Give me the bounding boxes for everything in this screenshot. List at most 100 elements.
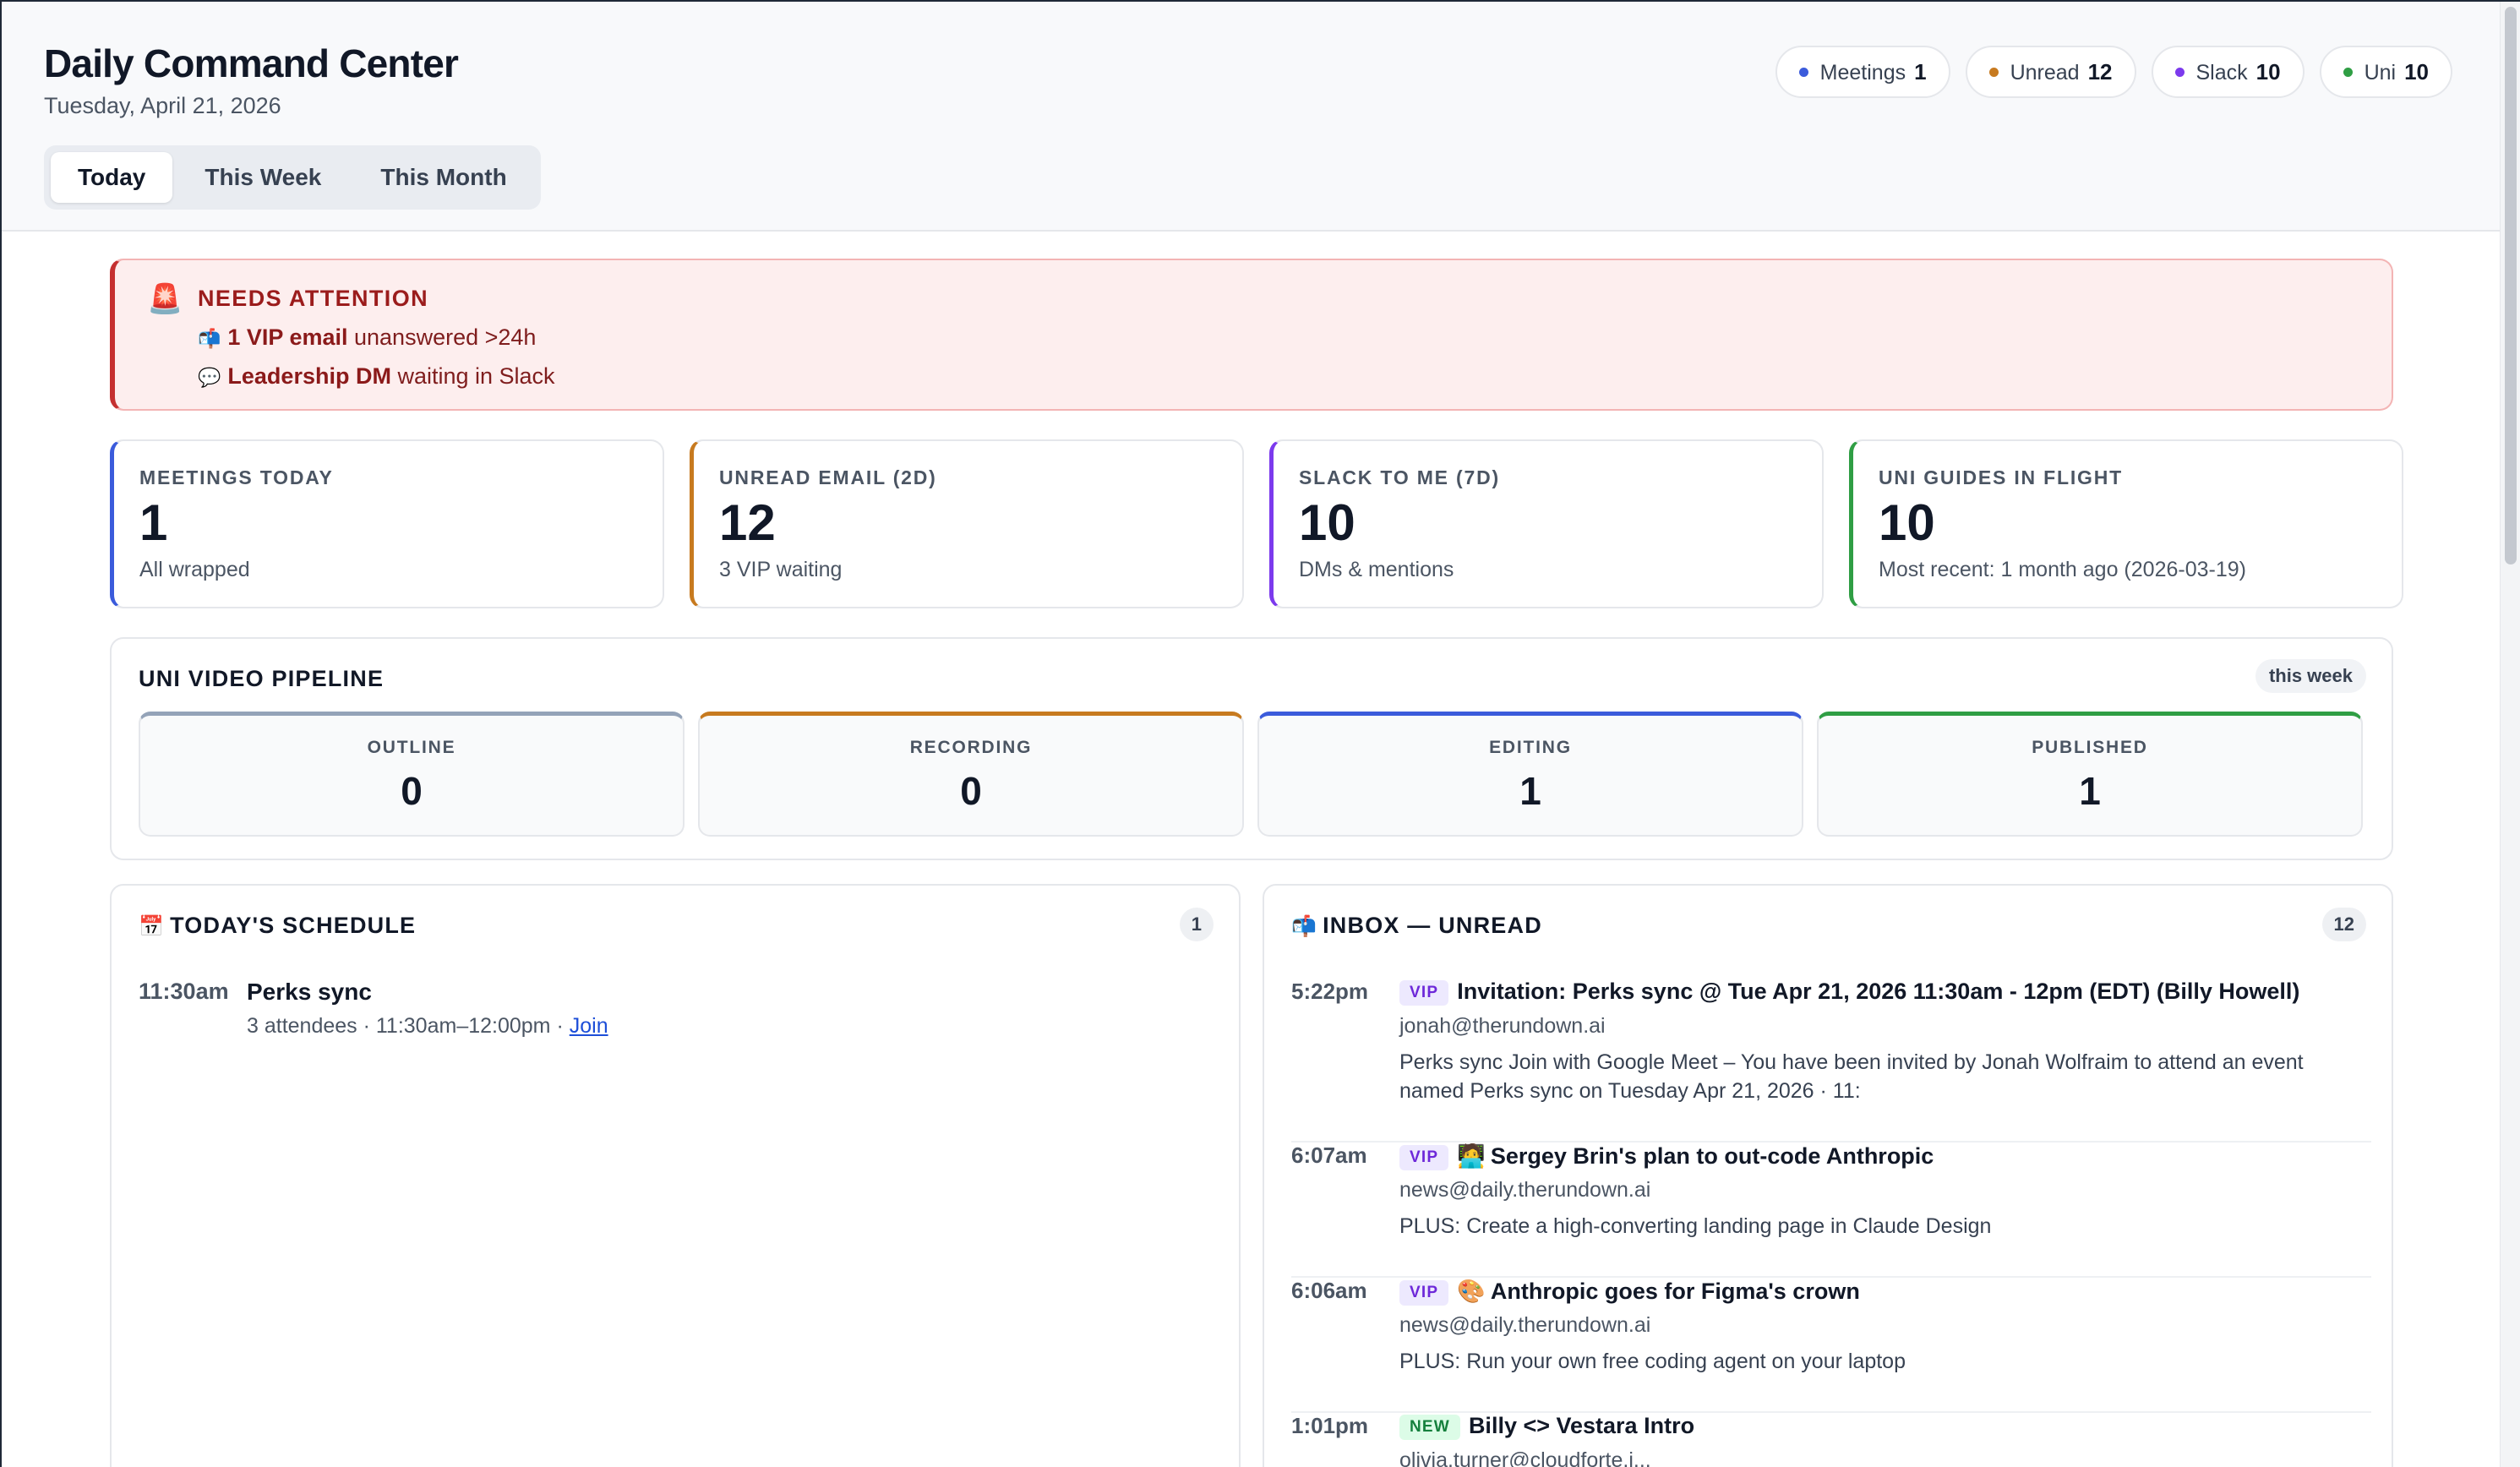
alert-line-vip-email[interactable]: 📬 1 VIP email unanswered >24h <box>198 324 536 351</box>
tab-this-week[interactable]: This Week <box>177 152 348 203</box>
inbox-title-text: INBOX — UNREAD <box>1323 913 1542 938</box>
inbox-panel: 📬 INBOX — UNREAD 12 5:22pm VIP Invitation: … <box>1263 884 2393 1467</box>
email-time: 6:07am <box>1291 1143 1367 1168</box>
email-time: 6:06am <box>1291 1278 1367 1303</box>
email-subject-line[interactable]: VIP 🧑‍💻 Sergey Brin's plan to out-code Ant… <box>1399 1143 1934 1170</box>
page-header: Daily Command Center Tuesday, April 21, … <box>2 2 2505 232</box>
pipeline-stage-recording[interactable]: RECORDING 0 <box>698 712 1244 837</box>
alert-line-leadership-dm[interactable]: 💬 Leadership DM waiting in Slack <box>198 363 555 390</box>
inbox-email-row[interactable]: 6:07am VIP 🧑‍💻 Sergey Brin's plan to out-co… <box>1291 1143 2371 1278</box>
email-subject: Billy <> Vestara Intro <box>1468 1413 1695 1438</box>
metric-value: 10 <box>1879 494 1935 551</box>
pipeline-stage-outline[interactable]: OUTLINE 0 <box>139 712 685 837</box>
summary-pill-uni[interactable]: Uni 10 <box>2319 46 2452 98</box>
page-title: Daily Command Center <box>44 41 459 85</box>
pill-count: 10 <box>2404 58 2429 85</box>
stage-count: 0 <box>960 769 982 813</box>
alert-line-bold: 1 VIP email <box>227 324 348 350</box>
pill-label: Slack 10 <box>2196 59 2281 85</box>
calendar-icon: 📅 <box>139 915 166 938</box>
pipeline-title: UNI VIDEO PIPELINE <box>139 666 385 691</box>
metric-card-3[interactable]: SLACK TO ME (7D) 10 DMs & mentions <box>1269 439 1824 608</box>
schedule-count-badge: 1 <box>1179 908 1214 941</box>
summary-pill-meetings[interactable]: Meetings 1 <box>1775 46 1950 98</box>
page-scrollbar[interactable] <box>2500 2 2520 1467</box>
schedule-item-details: 3 attendees · 11:30am–12:00pm · <box>247 1014 570 1038</box>
speech-bubble-icon: 💬 <box>198 367 221 388</box>
inbox-email-row[interactable]: 1:01pm NEW Billy <> Vestara Intro olivia.tu… <box>1291 1413 2371 1467</box>
email-sender: jonah@therundown.ai <box>1399 1014 1606 1038</box>
stage-label: RECORDING <box>909 738 1033 757</box>
pill-count: 10 <box>2255 58 2281 85</box>
pill-label: Uni 10 <box>2365 59 2429 85</box>
stage-count: 1 <box>2079 769 2101 813</box>
pipeline-stage-published[interactable]: PUBLISHED 1 <box>1817 712 2363 837</box>
stage-count: 0 <box>401 769 423 813</box>
alert-line-text: waiting in Slack <box>390 363 555 389</box>
schedule-panel: 📅 TODAY'S SCHEDULE 1 11:30am Perks sync 3… <box>110 884 1241 1467</box>
uni-video-pipeline: UNI VIDEO PIPELINE this week OUTLINE 0 REC… <box>110 637 2393 860</box>
schedule-item-title[interactable]: Perks sync <box>247 979 372 1006</box>
alert-line-bold: Leadership DM <box>227 363 391 389</box>
email-sender: news@daily.therundown.ai <box>1399 1313 1651 1337</box>
pipeline-stage-editing[interactable]: EDITING 1 <box>1257 712 1803 837</box>
status-dot-icon <box>1988 67 1999 77</box>
email-vip-badge: VIP <box>1399 980 1449 1006</box>
summary-pills: Meetings 1 Unread 12 Slack 10 Uni 10 <box>1775 46 2452 98</box>
scrollbar-thumb[interactable] <box>2505 7 2517 564</box>
email-subject: Invitation: Perks sync @ Tue Apr 21, 202… <box>1457 979 2300 1004</box>
metric-card-4[interactable]: UNI GUIDES IN FLIGHT 10 Most recent: 1 mon… <box>1849 439 2403 608</box>
stage-label: OUTLINE <box>367 738 456 757</box>
schedule-item-meta: 3 attendees · 11:30am–12:00pm · Join <box>247 1014 608 1039</box>
tab-this-month[interactable]: This Month <box>353 152 533 203</box>
mailbox-icon: 📬 <box>1291 915 1318 938</box>
email-emoji-icon: 🧑‍💻 <box>1457 1143 1486 1169</box>
range-tabs: Today This Week This Month <box>44 145 541 210</box>
inbox-title: 📬 INBOX — UNREAD <box>1291 913 1542 939</box>
pill-label: Meetings 1 <box>1820 59 1927 85</box>
pill-label-text: Unread <box>2010 60 2080 85</box>
summary-pill-slack[interactable]: Slack 10 <box>2151 46 2305 98</box>
tab-today[interactable]: Today <box>51 152 173 203</box>
attention-alert: 🚨 NEEDS ATTENTION 📬 1 VIP email unanswere… <box>110 259 2393 411</box>
inbox-email-row[interactable]: 6:06am VIP 🎨 Anthropic goes for Figma's cro… <box>1291 1278 2371 1413</box>
metric-label: UNI GUIDES IN FLIGHT <box>1879 466 2123 488</box>
alert-title: NEEDS ATTENTION <box>198 286 429 311</box>
email-time: 1:01pm <box>1291 1413 1369 1438</box>
metric-card-1[interactable]: MEETINGS TODAY 1 All wrapped <box>110 439 664 608</box>
email-snippet: Perks sync Join with Google Meet – You h… <box>1399 1050 2304 1103</box>
join-meeting-link[interactable]: Join <box>570 1014 608 1038</box>
metric-subtext: DMs & mentions <box>1299 558 1454 581</box>
email-subject-line[interactable]: VIP Invitation: Perks sync @ Tue Apr 21, … <box>1399 979 2299 1006</box>
schedule-item-time: 11:30am <box>139 979 229 1004</box>
inbox-count-badge: 12 <box>2321 908 2366 941</box>
email-vip-badge: VIP <box>1399 1280 1449 1306</box>
status-dot-icon <box>2343 67 2353 77</box>
metric-value: 12 <box>719 494 776 551</box>
metric-value: 10 <box>1299 494 1355 551</box>
metric-label: UNREAD EMAIL (2D) <box>719 466 937 488</box>
email-subject-line[interactable]: NEW Billy <> Vestara Intro <box>1399 1413 1694 1440</box>
inbox-email-row[interactable]: 5:22pm VIP Invitation: Perks sync @ Tue Ap… <box>1291 979 2371 1143</box>
email-time: 5:22pm <box>1291 979 1369 1004</box>
siren-icon: 🚨 <box>147 283 183 315</box>
alert-line-text: unanswered >24h <box>347 324 537 350</box>
pill-label-text: Meetings <box>1819 60 1906 85</box>
pill-count: 1 <box>1914 58 1927 85</box>
pill-label-text: Uni <box>2364 60 2397 85</box>
app-window: Daily Command Center Tuesday, April 21, … <box>0 0 2520 1467</box>
stage-label: PUBLISHED <box>2032 738 2148 757</box>
metric-label: MEETINGS TODAY <box>139 466 334 488</box>
email-subject-line[interactable]: VIP 🎨 Anthropic goes for Figma's crown <box>1399 1278 1860 1306</box>
status-dot-icon <box>1798 67 1808 77</box>
schedule-title: 📅 TODAY'S SCHEDULE <box>139 913 416 939</box>
email-subject: Sergey Brin's plan to out-code Anthropic <box>1490 1143 1934 1169</box>
metric-subtext: All wrapped <box>139 558 250 581</box>
pill-count: 12 <box>2087 58 2113 85</box>
metric-card-2[interactable]: UNREAD EMAIL (2D) 12 3 VIP waiting <box>690 439 1244 608</box>
email-sender: olivia.turner@cloudforte.i... <box>1399 1448 1651 1467</box>
summary-pill-unread[interactable]: Unread 12 <box>1965 46 2136 98</box>
status-dot-icon <box>2174 67 2185 77</box>
pipeline-range-tag: this week <box>2255 659 2366 693</box>
stage-count: 1 <box>1519 769 1541 813</box>
